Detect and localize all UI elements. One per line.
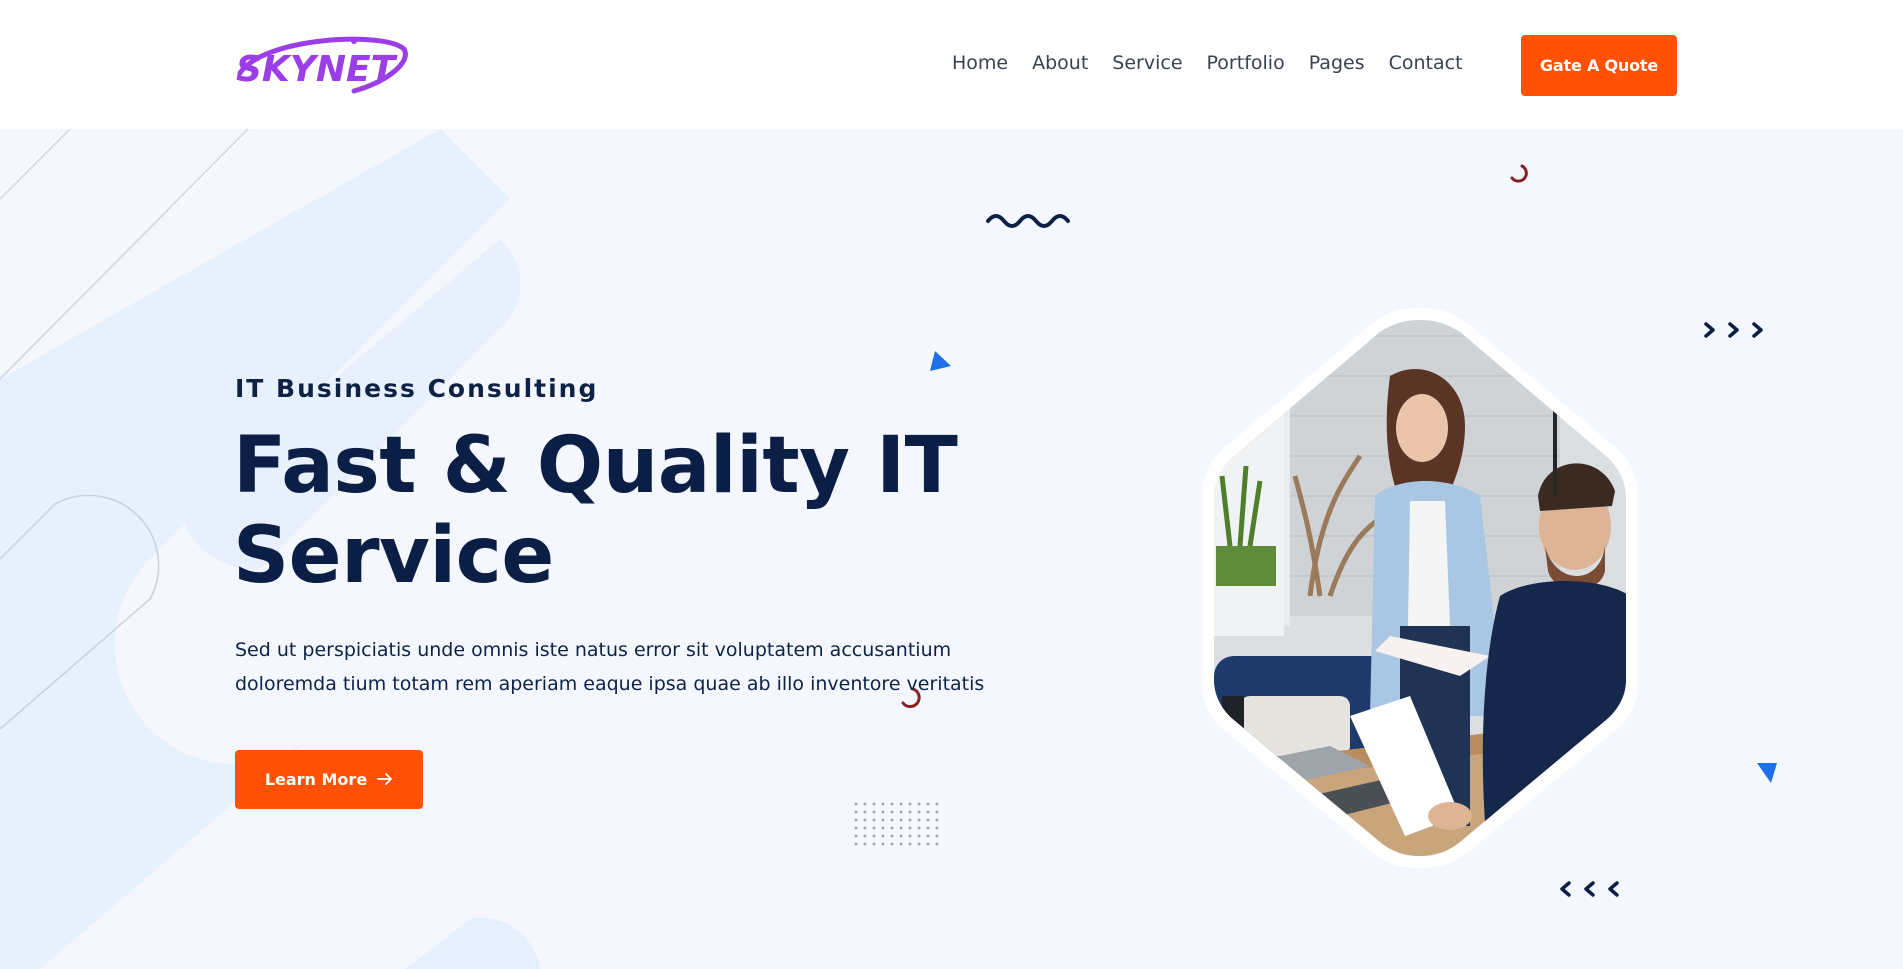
- hero-headline: Fast & Quality IT Service: [233, 421, 993, 601]
- nav-portfolio[interactable]: Portfolio: [1207, 52, 1285, 74]
- get-quote-button[interactable]: Gate A Quote: [1521, 35, 1677, 96]
- dot-grid: [854, 802, 939, 846]
- headline-line-2: Service: [233, 511, 554, 601]
- nav-home[interactable]: Home: [952, 52, 1008, 74]
- site-header: SKYNET Home About Service Portfolio Page…: [0, 0, 1903, 129]
- nav-pages[interactable]: Pages: [1309, 52, 1365, 74]
- nav-contact[interactable]: Contact: [1389, 52, 1463, 74]
- nav-about[interactable]: About: [1032, 52, 1088, 74]
- hero-section: IT Business Consulting Fast & Quality IT…: [0, 129, 1903, 969]
- office-photo: [1214, 320, 1626, 856]
- description-line-2: doloremda tium totam rem aperiam eaque i…: [235, 673, 985, 695]
- chevrons-right-icon: [1704, 322, 1763, 338]
- hero-subtitle: IT Business Consulting: [235, 374, 599, 403]
- learn-more-label: Learn More: [264, 770, 368, 789]
- headline-line-1: Fast & Quality IT: [233, 421, 958, 511]
- skynet-logo[interactable]: SKYNET: [234, 33, 410, 95]
- wave-shape: [986, 214, 1070, 228]
- learn-more-button[interactable]: Learn More: [235, 750, 423, 809]
- description-line-1: Sed ut perspiciatis unde omnis iste natu…: [235, 639, 952, 661]
- chevrons-left-icon: [1560, 881, 1619, 897]
- hero-description: Sed ut perspiciatis unde omnis iste natu…: [235, 633, 1055, 701]
- nav-service[interactable]: Service: [1112, 52, 1182, 74]
- arrow-right-icon: [377, 770, 393, 789]
- logo-text: SKYNET: [236, 49, 398, 90]
- hero-image: [1160, 296, 1680, 876]
- main-nav: Home About Service Portfolio Pages Conta…: [952, 52, 1487, 74]
